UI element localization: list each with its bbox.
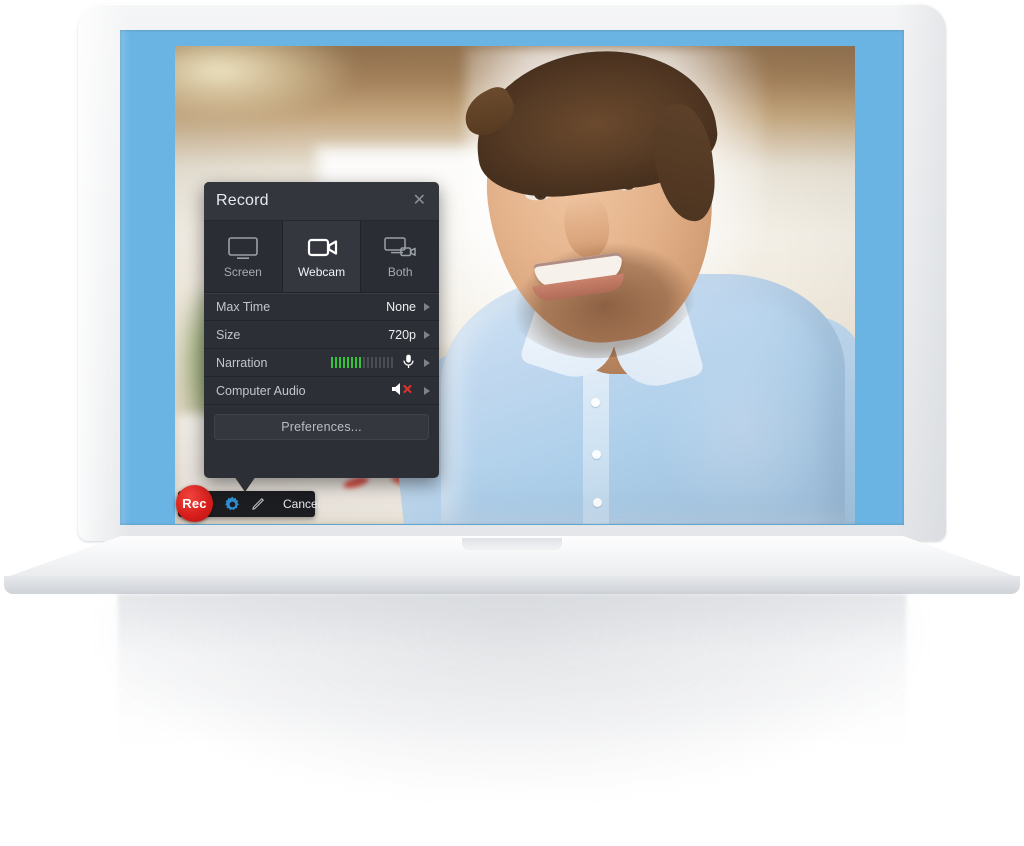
laptop-base-shadow [118, 594, 906, 744]
row-computer-audio[interactable]: Computer Audio [204, 377, 439, 405]
record-panel: Record ✕ Screen Webcam Both Max Time Non… [204, 182, 440, 478]
row-narration[interactable]: Narration [204, 349, 439, 377]
shirt-button [591, 398, 600, 407]
pencil-icon[interactable] [250, 497, 265, 512]
person-figure [386, 46, 855, 524]
preferences-button[interactable]: Preferences... [214, 414, 429, 440]
laptop-base-lip [4, 576, 1020, 594]
row-size-value: 720p [388, 327, 416, 342]
row-size-label: Size [216, 327, 241, 342]
record-panel-header: Record ✕ [204, 182, 439, 221]
monitor-icon [226, 235, 260, 261]
shirt-button [592, 450, 601, 459]
panel-title: Record [216, 192, 269, 209]
monitor-plus-camera-icon [383, 235, 417, 261]
preferences-area: Preferences... [204, 405, 439, 450]
row-computer-audio-label: Computer Audio [216, 383, 306, 398]
tab-both-label: Both [387, 264, 413, 279]
laptop-base [0, 536, 1024, 744]
close-icon[interactable]: ✕ [411, 190, 428, 212]
cancel-button[interactable]: Cancel [283, 497, 320, 511]
tab-screen[interactable]: Screen [204, 221, 283, 292]
microphone-icon[interactable] [402, 354, 415, 372]
row-size[interactable]: Size 720p [204, 321, 439, 349]
row-max-time-value: None [386, 300, 416, 314]
speaker-muted-icon[interactable] [391, 382, 415, 399]
video-camera-icon [305, 235, 339, 261]
shirt-button [593, 498, 602, 507]
screenshot-root: Record ✕ Screen Webcam Both Max Time Non… [0, 0, 1024, 846]
chevron-right-icon [424, 330, 430, 339]
chevron-right-icon [424, 358, 430, 367]
record-button[interactable]: Rec [176, 485, 213, 522]
row-max-time-label: Max Time [216, 300, 271, 314]
settings-rows: Max Time None Size 720p Narration Comput… [204, 293, 439, 405]
gear-icon[interactable] [224, 496, 241, 513]
chevron-right-icon [424, 386, 430, 395]
tab-both[interactable]: Both [361, 221, 440, 292]
row-narration-label: Narration [216, 355, 268, 370]
laptop-base-notch [462, 538, 562, 550]
record-mode-tabs: Screen Webcam Both [204, 221, 440, 293]
tab-webcam-label: Webcam [297, 264, 346, 279]
row-max-time[interactable]: Max Time None [204, 293, 439, 321]
laptop-screen: Record ✕ Screen Webcam Both Max Time Non… [120, 30, 904, 525]
tab-screen-label: Screen [223, 264, 262, 279]
chevron-right-icon [424, 303, 430, 311]
tab-webcam[interactable]: Webcam [282, 221, 362, 292]
audio-level-meter [330, 357, 393, 368]
panel-pointer-tail [234, 476, 256, 492]
